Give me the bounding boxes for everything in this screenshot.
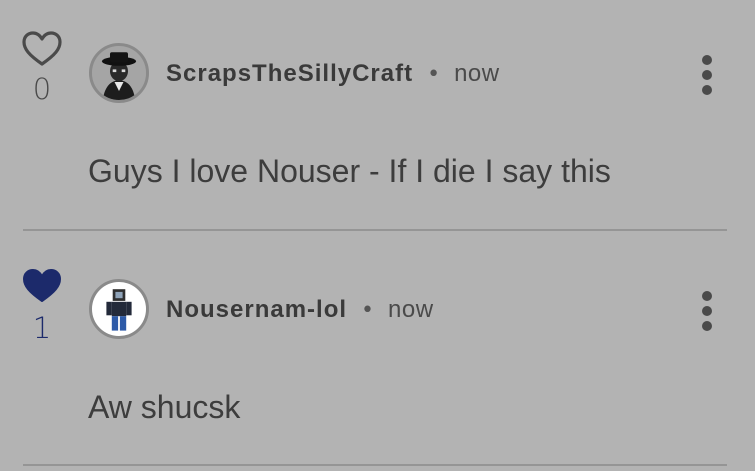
kebab-menu-icon[interactable] <box>690 50 724 100</box>
comment-text: Guys I love Nouser - If I die I say this <box>88 153 611 189</box>
like-count: 0 <box>32 72 52 106</box>
comment-meta: ScrapsTheSillyCraft • now <box>166 57 500 91</box>
timestamp: now <box>454 60 500 87</box>
like-count: 1 <box>32 311 52 345</box>
timestamp: now <box>388 296 434 323</box>
comment-text: Aw shucsk <box>88 389 241 425</box>
meta-separator: • <box>427 61 441 87</box>
avatar[interactable] <box>89 43 149 103</box>
heart-outline-icon[interactable] <box>21 30 63 68</box>
like-control: 0 <box>20 30 64 106</box>
kebab-menu-icon[interactable] <box>690 286 724 336</box>
divider <box>23 464 727 466</box>
like-control: 1 <box>20 267 64 345</box>
username-link[interactable]: ScrapsTheSillyCraft <box>166 60 413 88</box>
comment-item: 1 Nousernam-lol • now Aw shucsk <box>0 231 755 467</box>
comment-meta: Nousernam-lol • now <box>166 293 434 327</box>
meta-separator: • <box>361 297 375 323</box>
heart-filled-icon[interactable] <box>21 267 63 305</box>
comment-item: 0 ScrapsTheSillyCraft • now Guys I love … <box>0 0 755 231</box>
username-link[interactable]: Nousernam-lol <box>166 296 347 324</box>
avatar[interactable] <box>89 279 149 339</box>
